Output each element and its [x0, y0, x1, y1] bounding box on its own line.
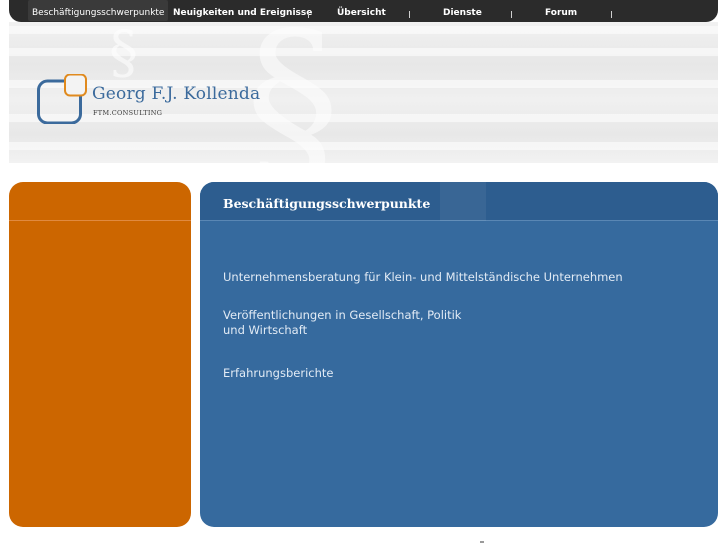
header-banner: § § Georg F.J. Kollenda FTM.CONSULTING: [9, 22, 718, 163]
sidebar-panel: [9, 182, 191, 527]
content-panel: Beschäftigungsschwerpunkte Unternehmensb…: [200, 182, 718, 527]
logo-icon: [37, 74, 87, 124]
link-label: Erfahrungsberichte: [223, 366, 334, 380]
footer-mark: [480, 541, 484, 543]
nav-item-uebersicht[interactable]: Übersicht: [337, 0, 386, 22]
sidebar-divider: [9, 220, 191, 221]
link-label-line2: und Wirtschaft: [223, 323, 308, 337]
link-label: Unternehmensberatung für Klein- und Mitt…: [223, 270, 623, 284]
content-header: Beschäftigungsschwerpunkte: [200, 182, 718, 221]
paragraph-sign-decoration-small: §: [109, 22, 138, 86]
nav-separator: [409, 11, 410, 18]
logo-name: Georg F.J. Kollenda: [92, 84, 261, 104]
link-veroeffentlichungen[interactable]: Veröffentlichungen in Gesellschaft, Poli…: [223, 308, 461, 338]
content-header-shade: [440, 182, 486, 221]
link-label: Veröffentlichungen in Gesellschaft, Poli…: [223, 308, 462, 322]
top-nav-bar: Beschäftigungsschwerpunkte Neuigkeiten u…: [9, 0, 718, 22]
nav-separator: [511, 11, 512, 18]
header-stripe: [9, 142, 718, 150]
nav-item-beschaeftigungsschwerpunkte[interactable]: Beschäftigungsschwerpunkte: [28, 0, 169, 21]
link-erfahrungsberichte[interactable]: Erfahrungsberichte: [223, 366, 333, 381]
content-title: Beschäftigungsschwerpunkte: [223, 196, 431, 211]
link-unternehmensberatung[interactable]: Unternehmensberatung für Klein- und Mitt…: [223, 270, 623, 285]
nav-item-neuigkeiten[interactable]: Neuigkeiten und Ereignisse: [173, 0, 312, 22]
nav-item-dienste[interactable]: Dienste: [443, 0, 482, 22]
nav-separator: [308, 11, 309, 18]
nav-item-forum[interactable]: Forum: [545, 0, 577, 22]
nav-separator: [611, 11, 612, 18]
logo-subtitle: FTM.CONSULTING: [93, 109, 163, 117]
